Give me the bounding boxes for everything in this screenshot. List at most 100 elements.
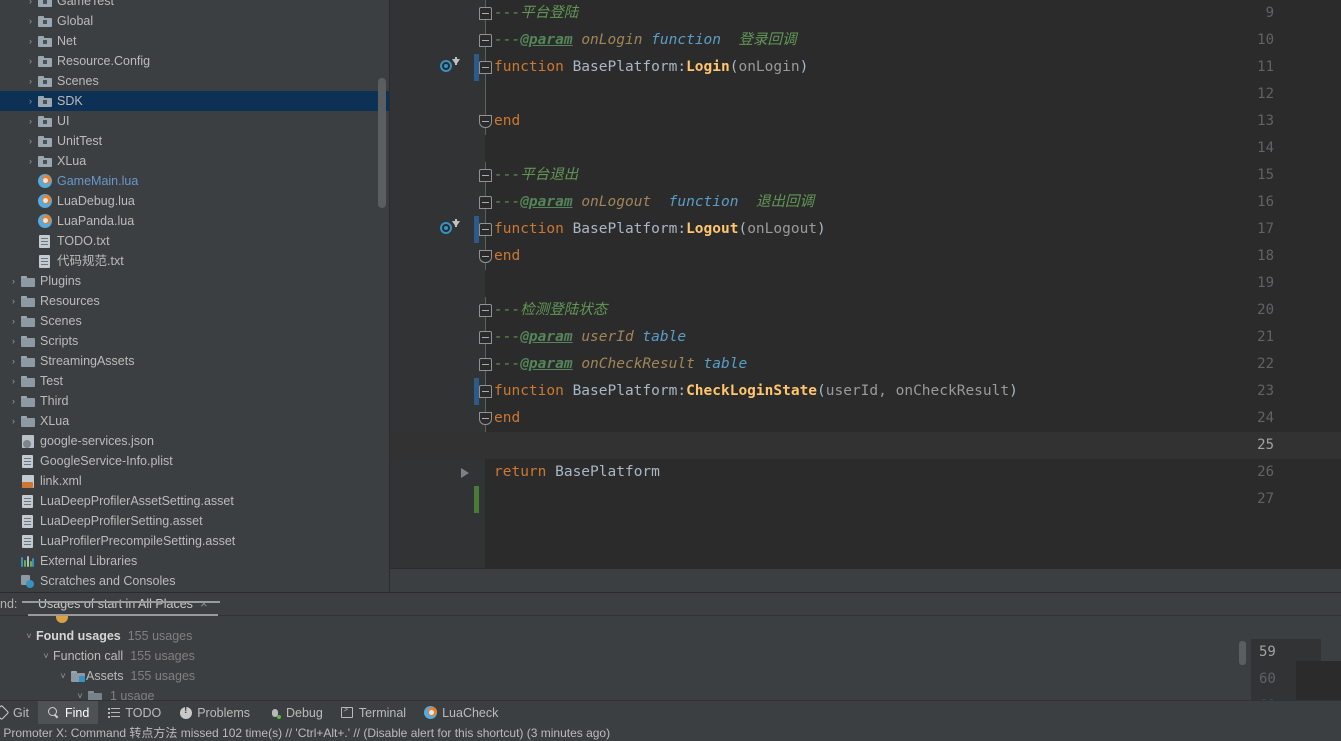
- tree-item-xlua[interactable]: › XLua: [0, 151, 390, 171]
- code-line-25[interactable]: 25: [390, 432, 1341, 459]
- find-tool-window[interactable]: nd: Usages of start in All Places × ˅ Fou…: [0, 592, 1341, 700]
- tree-item-scenes[interactable]: › Scenes: [0, 71, 390, 91]
- tree-item-gametest[interactable]: › GameTest: [0, 0, 390, 11]
- tool-tab-find[interactable]: Find: [37, 700, 99, 725]
- tree-item-luapanda-lua[interactable]: › LuaPanda.lua: [0, 211, 390, 231]
- tree-item-google-services-json[interactable]: › google-services.json: [0, 431, 390, 451]
- tree-item-luaprofilerprecompilesetting-asset[interactable]: › LuaProfilerPrecompileSetting.asset: [0, 531, 390, 551]
- expand-chevron-icon[interactable]: ›: [8, 291, 19, 311]
- fold-start-icon[interactable]: [479, 7, 492, 20]
- collapse-chevron-icon[interactable]: ˅: [73, 686, 87, 700]
- fold-strip[interactable]: [478, 243, 494, 270]
- tree-item-luadeepprofilerassetsetting-asset[interactable]: › LuaDeepProfilerAssetSetting.asset: [0, 491, 390, 511]
- horizontal-splitter[interactable]: [390, 568, 1341, 592]
- tree-item-net[interactable]: › Net: [0, 31, 390, 51]
- fold-strip[interactable]: [478, 486, 494, 513]
- collapse-chevron-icon[interactable]: ˅: [56, 666, 70, 686]
- tree-item-unittest[interactable]: › UnitTest: [0, 131, 390, 151]
- tree-item-scratches-and-consoles[interactable]: › Scratches and Consoles: [0, 571, 390, 591]
- fold-strip[interactable]: [478, 54, 494, 81]
- project-tool-window[interactable]: › GameTest › Global › Net › Resource.Config › Sce…: [0, 0, 390, 592]
- fold-strip[interactable]: [478, 459, 494, 486]
- tool-tab-terminal[interactable]: Terminal: [332, 701, 415, 725]
- code-line-16[interactable]: 16 ---@param onLogout function 退出回调: [390, 189, 1341, 216]
- gutter-icon-area[interactable]: [437, 81, 465, 108]
- fold-strip[interactable]: [478, 162, 494, 189]
- code-line-12[interactable]: 12: [390, 81, 1341, 108]
- expand-chevron-icon[interactable]: ›: [25, 31, 36, 51]
- tree-item-global[interactable]: › Global: [0, 11, 390, 31]
- status-message[interactable]: y Promoter X: Command 转点方法 missed 102 ti…: [0, 724, 610, 741]
- code-line-19[interactable]: 19: [390, 270, 1341, 297]
- expand-chevron-icon[interactable]: ›: [25, 151, 36, 171]
- code-line-23[interactable]: 23 function BasePlatform:CheckLoginState(…: [390, 378, 1341, 405]
- tool-window-tab-bar[interactable]: Git Find TODO Problems Debug Terminal LuaCheck: [0, 700, 1341, 725]
- overridden-method-icon[interactable]: [440, 60, 452, 72]
- usage-preview-pane[interactable]: 596061: [1231, 639, 1341, 700]
- fold-strip[interactable]: [478, 270, 494, 297]
- tool-tab-problems[interactable]: Problems: [170, 701, 259, 725]
- tool-tab-luacheck[interactable]: LuaCheck: [415, 701, 507, 725]
- fold-region-icon[interactable]: [479, 223, 492, 236]
- code-line-11[interactable]: 11 function BasePlatform:Login(onLogin): [390, 54, 1341, 81]
- gutter-icon-area[interactable]: [437, 459, 469, 486]
- tree-item-streamingassets[interactable]: › StreamingAssets: [0, 351, 390, 371]
- code-line-18[interactable]: 18 end: [390, 243, 1341, 270]
- tree-item-txt[interactable]: › 代码规范.txt: [0, 251, 390, 271]
- gutter-icon-area[interactable]: [437, 54, 465, 81]
- sidebar-scrollbar-track[interactable]: [378, 0, 388, 592]
- code-line-20[interactable]: 20 ---检测登陆状态: [390, 297, 1341, 324]
- fold-region-icon[interactable]: [479, 196, 492, 209]
- usage-tree-row[interactable]: ˅ Function call 155 usages: [0, 646, 1240, 666]
- gutter-icon-area[interactable]: [437, 216, 465, 243]
- fold-strip[interactable]: [478, 378, 494, 405]
- tree-item-external-libraries[interactable]: › External Libraries: [0, 551, 390, 571]
- usages-tree[interactable]: ˅ Found usages 155 usages ˅ Function call 155…: [0, 616, 1240, 700]
- gutter-icon-area[interactable]: [437, 243, 465, 270]
- fold-end-icon[interactable]: [479, 250, 492, 263]
- code-line-15[interactable]: 15 ---平台退出: [390, 162, 1341, 189]
- usages-tree-clipped-row[interactable]: [0, 616, 1240, 626]
- tree-item-resource-config[interactable]: › Resource.Config: [0, 51, 390, 71]
- fold-region-icon[interactable]: [479, 385, 492, 398]
- tree-item-googleservice-info-plist[interactable]: › GoogleService-Info.plist: [0, 451, 390, 471]
- fold-region-icon[interactable]: [479, 331, 492, 344]
- code-line-14[interactable]: 14: [390, 135, 1341, 162]
- fold-strip[interactable]: [478, 432, 494, 459]
- sidebar-scrollbar-thumb[interactable]: [378, 78, 386, 208]
- fold-region-icon[interactable]: [479, 34, 492, 47]
- code-line-27[interactable]: 27: [390, 486, 1341, 513]
- expand-chevron-icon[interactable]: ›: [8, 331, 19, 351]
- gutter-icon-area[interactable]: [437, 432, 465, 459]
- expand-chevron-icon[interactable]: ›: [8, 351, 19, 371]
- fold-end-icon[interactable]: [479, 115, 492, 128]
- fold-strip[interactable]: [478, 405, 494, 432]
- expand-chevron-icon[interactable]: ›: [25, 0, 36, 11]
- expand-chevron-icon[interactable]: ›: [8, 271, 19, 291]
- tree-item-test[interactable]: › Test: [0, 371, 390, 391]
- fold-region-icon[interactable]: [479, 61, 492, 74]
- gutter-icon-area[interactable]: [437, 27, 465, 54]
- gutter-icon-area[interactable]: [437, 351, 465, 378]
- gutter-icon-area[interactable]: [437, 0, 465, 27]
- fold-strip[interactable]: [478, 189, 494, 216]
- expand-chevron-icon[interactable]: ›: [25, 131, 36, 151]
- code-line-13[interactable]: 13 end: [390, 108, 1341, 135]
- gutter-icon-area[interactable]: [437, 297, 465, 324]
- tree-item-gamemain-lua[interactable]: › GameMain.lua: [0, 171, 390, 191]
- tree-item-luadeepprofilersetting-asset[interactable]: › LuaDeepProfilerSetting.asset: [0, 511, 390, 531]
- gutter-icon-area[interactable]: [437, 378, 465, 405]
- gutter-icon-area[interactable]: [437, 270, 465, 297]
- fold-strip[interactable]: [478, 216, 494, 243]
- expand-chevron-icon[interactable]: ›: [25, 51, 36, 71]
- fold-start-icon[interactable]: [479, 169, 492, 182]
- tree-item-sdk[interactable]: › SDK: [0, 91, 390, 111]
- code-line-22[interactable]: 22 ---@param onCheckResult table: [390, 351, 1341, 378]
- tree-item-third[interactable]: › Third: [0, 391, 390, 411]
- gutter-icon-area[interactable]: [437, 324, 465, 351]
- expand-chevron-icon[interactable]: ›: [8, 371, 19, 391]
- code-line-26[interactable]: 26 return BasePlatform: [390, 459, 1341, 486]
- code-line-17[interactable]: 17 function BasePlatform:Logout(onLogout): [390, 216, 1341, 243]
- collapse-chevron-icon[interactable]: ˅: [39, 646, 53, 666]
- fold-strip[interactable]: [478, 324, 494, 351]
